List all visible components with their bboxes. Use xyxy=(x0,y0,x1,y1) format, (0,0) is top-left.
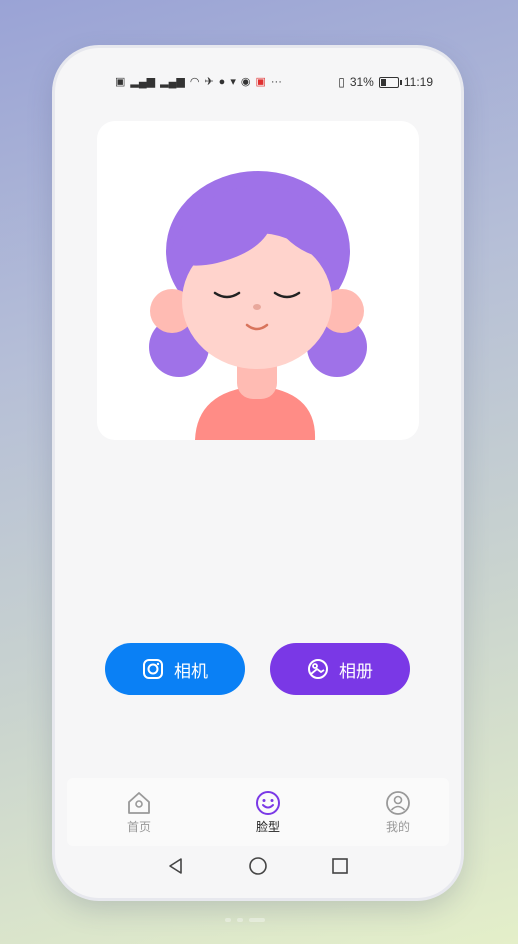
tab-face-shape[interactable]: 脸型 xyxy=(238,790,298,835)
album-button-label: 相册 xyxy=(339,661,373,682)
user-icon xyxy=(386,791,410,815)
tab-home-label: 首页 xyxy=(126,820,151,834)
battery-percent: 31% xyxy=(349,75,374,89)
camera-icon xyxy=(142,658,164,680)
home-icon xyxy=(128,792,150,814)
browser-icon: ● xyxy=(218,75,226,88)
tab-mine-label: 我的 xyxy=(385,820,410,834)
tab-home[interactable]: 首页 xyxy=(109,790,169,835)
bottom-tab-bar: 首页 脸型 我的 xyxy=(67,778,449,846)
signal-icon-2: ▂▄▆ xyxy=(160,76,185,88)
smile-icon xyxy=(256,791,280,815)
battery-icon xyxy=(378,76,402,88)
album-icon xyxy=(307,658,329,680)
avatar-illustration xyxy=(149,171,367,440)
hd-icon: ▣ xyxy=(115,76,126,88)
signal-icon: ▂▄▆ xyxy=(130,76,156,88)
status-icons-left: ▣ ▂▄▆ ▂▄▆ ◠ ✈ ● ▾ ◉ ▣ ··· xyxy=(115,75,282,89)
wifi-icon: ◠ xyxy=(189,76,200,88)
sync-icon: ✈ xyxy=(204,76,214,88)
shopping-icon: ▾ xyxy=(230,76,236,88)
recents-icon[interactable] xyxy=(329,855,351,877)
page-indicator xyxy=(225,918,265,922)
indicator-dot xyxy=(225,918,231,922)
tab-mine[interactable]: 我的 xyxy=(368,790,428,835)
avatar-preview xyxy=(97,121,419,440)
status-icons-right: ▯ 31% 11:19 xyxy=(338,75,433,89)
album-button[interactable]: 相册 xyxy=(270,643,410,695)
status-bar: ▣ ▂▄▆ ▂▄▆ ◠ ✈ ● ▾ ◉ ▣ ··· ▯ 31% 11:19 xyxy=(55,48,461,104)
app-icon: ▣ xyxy=(255,76,266,88)
system-nav-bar xyxy=(55,843,461,891)
home-circle-icon[interactable] xyxy=(247,855,269,877)
globe-icon: ◉ xyxy=(240,76,251,88)
clock: 11:19 xyxy=(403,75,433,89)
camera-button-label: 相机 xyxy=(174,661,208,682)
phone-frame: ▣ ▂▄▆ ▂▄▆ ◠ ✈ ● ▾ ◉ ▣ ··· ▯ 31% 11:19 相机… xyxy=(55,48,461,898)
indicator-dot-active xyxy=(249,918,265,922)
indicator-dot xyxy=(237,918,243,922)
back-icon[interactable] xyxy=(165,855,187,877)
camera-button[interactable]: 相机 xyxy=(105,643,245,695)
tab-face-label: 脸型 xyxy=(255,820,280,834)
more-icon: ··· xyxy=(270,75,282,88)
vibrate-icon: ▯ xyxy=(338,75,345,89)
